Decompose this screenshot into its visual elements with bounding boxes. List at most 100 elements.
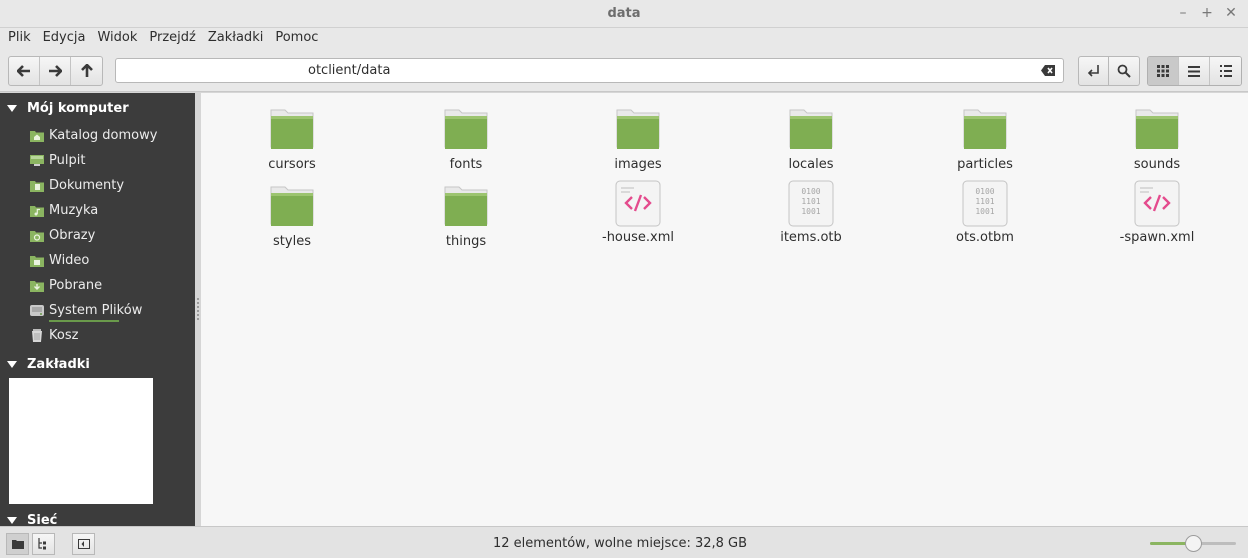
sidebar: Mój komputer Katalog domowy Pulpit Dokum… — [0, 93, 195, 526]
folder-icon — [961, 107, 1009, 155]
arrow-right-icon — [49, 65, 62, 77]
title-bar: data – + ✕ — [0, 0, 1248, 28]
up-button[interactable] — [71, 57, 102, 85]
location-path[interactable]: otclient/data — [308, 63, 390, 78]
file-name: ots.otbm — [956, 230, 1014, 245]
binary-text-line: 0100 — [801, 187, 820, 196]
sidebar-item-pictures[interactable]: Obrazy — [0, 224, 195, 249]
sidebar-item-music[interactable]: Muzyka — [0, 199, 195, 224]
sidebar-item-home[interactable]: Katalog domowy — [0, 124, 195, 149]
expand-triangle-icon — [7, 105, 17, 112]
section-bookmarks[interactable]: Zakładki — [0, 353, 195, 377]
file-item-ots-otbm[interactable]: 0100 1101 1001 ots.otbm — [925, 180, 1045, 245]
downloads-folder-icon — [30, 281, 44, 292]
binary-text-line: 1001 — [975, 207, 994, 216]
close-button[interactable]: ✕ — [1224, 4, 1238, 22]
sidebar-item-label: Dokumenty — [49, 178, 125, 193]
sidebar-item-desktop[interactable]: Pulpit — [0, 149, 195, 174]
binary-text-line: 1001 — [801, 207, 820, 216]
filesystem-drive-icon — [30, 305, 44, 316]
folder-icon — [268, 184, 316, 232]
binary-text-line: 1101 — [801, 197, 820, 206]
section-title: Mój komputer — [27, 101, 129, 116]
file-name: images — [614, 157, 662, 172]
location-entry-icon — [1087, 65, 1099, 77]
documents-folder-icon — [30, 181, 44, 192]
splitter-grip[interactable] — [197, 298, 199, 320]
folder-icon — [442, 107, 490, 155]
toggle-location-button[interactable] — [1078, 56, 1109, 86]
binary-text-line: 1101 — [975, 197, 994, 206]
expand-triangle-icon — [7, 517, 17, 524]
sidebar-item-videos[interactable]: Wideo — [0, 249, 195, 274]
back-button[interactable] — [9, 57, 40, 85]
binary-file-icon: 0100 1101 1001 — [787, 180, 835, 228]
binary-text-line: 0100 — [975, 187, 994, 196]
desktop-icon — [30, 155, 44, 166]
list-icon — [1188, 65, 1200, 77]
file-name: -house.xml — [602, 230, 674, 245]
file-item-things[interactable]: things — [406, 184, 526, 249]
file-item-house-xml[interactable]: -house.xml — [578, 180, 698, 245]
menu-go[interactable]: Przejdź — [143, 28, 201, 50]
menu-help[interactable]: Pomoc — [269, 28, 324, 50]
arrow-up-icon — [80, 64, 93, 77]
file-item-styles[interactable]: styles — [232, 184, 352, 249]
icon-view-button[interactable] — [1148, 57, 1179, 85]
file-name: locales — [788, 157, 834, 172]
binary-file-icon: 0100 1101 1001 — [961, 180, 1009, 228]
expand-triangle-icon — [7, 361, 17, 368]
zoom-slider[interactable] — [1150, 535, 1236, 552]
file-item-images[interactable]: images — [578, 107, 698, 172]
minimize-button[interactable]: – — [1176, 4, 1190, 22]
compact-view-button[interactable] — [1210, 57, 1241, 85]
file-name: -spawn.xml — [1119, 230, 1195, 245]
trash-icon — [32, 329, 42, 342]
location-bar[interactable]: otclient/data — [115, 58, 1064, 83]
menu-bookmarks[interactable]: Zakładki — [202, 28, 269, 50]
file-item-particles[interactable]: particles — [925, 107, 1045, 172]
section-title: Zakładki — [27, 357, 90, 372]
sidebar-item-label: Wideo — [49, 253, 90, 268]
file-item-spawn-xml[interactable]: -spawn.xml — [1097, 180, 1217, 245]
file-item-cursors[interactable]: cursors — [232, 107, 352, 172]
sidebar-item-label: System Plików — [49, 303, 143, 318]
menu-view[interactable]: Widok — [91, 28, 143, 50]
status-text: 12 elementów, wolne miejsce: 32,8 GB — [492, 536, 748, 551]
section-my-computer[interactable]: Mój komputer — [0, 97, 195, 121]
arrow-left-icon — [17, 65, 30, 77]
zoom-slider-knob[interactable] — [1185, 535, 1202, 552]
location-redacted-area — [118, 61, 308, 80]
file-item-items-otb[interactable]: 0100 1101 1001 items.otb — [751, 180, 871, 245]
maximize-button[interactable]: + — [1200, 4, 1214, 22]
file-name: cursors — [268, 157, 316, 172]
sidebar-item-label: Muzyka — [49, 203, 99, 218]
search-button[interactable] — [1109, 56, 1140, 86]
list-view-button[interactable] — [1179, 57, 1210, 85]
file-name: fonts — [449, 157, 483, 172]
menu-edit[interactable]: Edycja — [37, 28, 92, 50]
forward-button[interactable] — [40, 57, 71, 85]
sidebar-item-trash[interactable]: Kosz — [0, 324, 195, 349]
disk-usage-bar — [49, 320, 119, 322]
file-name: styles — [273, 234, 311, 249]
sidebar-item-label: Pobrane — [49, 278, 103, 293]
sidebar-item-label: Pulpit — [49, 153, 86, 168]
clear-location-icon[interactable] — [1040, 64, 1056, 77]
videos-folder-icon — [30, 256, 44, 267]
grid-icon — [1157, 65, 1169, 77]
folder-icon — [1133, 107, 1181, 155]
file-item-fonts[interactable]: fonts — [406, 107, 526, 172]
view-mode-switcher — [1147, 56, 1242, 86]
file-view[interactable]: cursors fonts images locales particles s… — [201, 93, 1248, 526]
sidebar-item-filesystem[interactable]: System Plików — [0, 299, 195, 324]
section-network[interactable]: Sieć — [0, 509, 195, 526]
xml-file-icon — [614, 180, 662, 228]
sidebar-item-documents[interactable]: Dokumenty — [0, 174, 195, 199]
file-item-locales[interactable]: locales — [751, 107, 871, 172]
file-item-sounds[interactable]: sounds — [1097, 107, 1217, 172]
sidebar-item-downloads[interactable]: Pobrane — [0, 274, 195, 299]
menu-file[interactable]: Plik — [2, 28, 37, 50]
status-bar: 12 elementów, wolne miejsce: 32,8 GB — [0, 526, 1248, 558]
file-name: things — [445, 234, 487, 249]
